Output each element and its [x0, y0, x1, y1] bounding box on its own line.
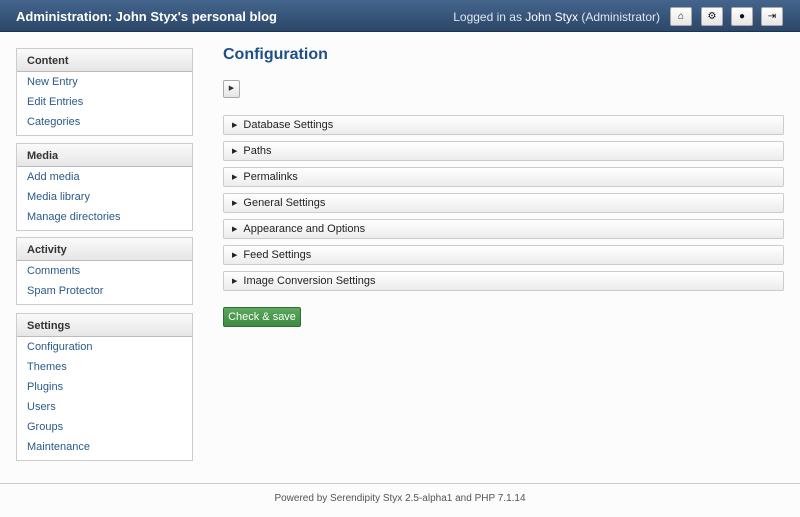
section-label: Appearance and Options [243, 223, 366, 235]
logout-button[interactable]: ⇥ [761, 7, 783, 26]
config-section[interactable]: ▶ Feed Settings [223, 245, 784, 265]
sidebar-item[interactable]: Spam Protector [17, 281, 192, 301]
sidebar-group-title: Media [17, 144, 192, 167]
globe-icon: ● [738, 11, 746, 22]
sidebar-item[interactable]: Maintenance [17, 437, 192, 457]
toggle-all-button[interactable]: ▶ [223, 80, 240, 98]
footer: Powered by Serendipity Styx 2.5-alpha1 a… [0, 483, 800, 517]
logout-icon: ⇥ [767, 11, 777, 22]
sidebar-item[interactable]: Configuration [17, 337, 192, 357]
caret-right-icon: ▶ [232, 252, 238, 259]
config-section[interactable]: ▶ General Settings [223, 193, 784, 213]
sidebar-group-settings: Settings Configuration Themes Plugins Users G… [16, 313, 193, 461]
sidebar-item[interactable]: Users [17, 397, 192, 417]
sidebar-group-title: Activity [17, 238, 192, 261]
view-blog-button[interactable]: ● [731, 7, 753, 26]
sidebar-item[interactable]: Media library [17, 187, 192, 207]
config-section[interactable]: ▶ Appearance and Options [223, 219, 784, 239]
caret-right-icon: ▶ [232, 278, 238, 285]
sidebar-group-media: Media Add media Media library Manage direct… [16, 143, 193, 231]
section-label: Feed Settings [243, 249, 312, 261]
sidebar-group-content: Content New Entry Edit Entries Categories [16, 48, 193, 136]
login-prefix: Logged in as [453, 10, 526, 24]
caret-right-icon: ▶ [228, 85, 235, 92]
sidebar-group-activity: Activity Comments Spam Protector [16, 237, 193, 305]
sidebar-item[interactable]: Plugins [17, 377, 192, 397]
config-section[interactable]: ▶ Database Settings [223, 115, 784, 135]
sidebar-group-title: Settings [17, 314, 192, 337]
caret-right-icon: ▶ [232, 226, 238, 233]
sidebar-item[interactable]: Themes [17, 357, 192, 377]
footer-text: Powered by Serendipity Styx 2.5-alpha1 a… [274, 493, 526, 504]
sidebar-group-title: Content [17, 49, 192, 72]
check-save-button[interactable]: Check & save [223, 307, 301, 327]
config-section[interactable]: ▶ Paths [223, 141, 784, 161]
login-status: Logged in as John Styx (Administrator) [453, 10, 660, 24]
caret-right-icon: ▶ [232, 122, 238, 129]
caret-right-icon: ▶ [232, 174, 238, 181]
home-icon: ⌂ [677, 11, 685, 22]
user-link[interactable]: John Styx [525, 10, 578, 24]
caret-right-icon: ▶ [232, 200, 238, 207]
sidebar-item[interactable]: Edit Entries [17, 92, 192, 112]
user-role: (Administrator) [577, 10, 660, 24]
top-header: Administration: John Styx's personal blo… [0, 0, 800, 32]
section-label: General Settings [243, 197, 326, 209]
caret-right-icon: ▶ [232, 148, 238, 155]
home-button[interactable]: ⌂ [670, 7, 692, 26]
config-section[interactable]: ▶ Image Conversion Settings [223, 271, 784, 291]
sidebar-item[interactable]: Groups [17, 417, 192, 437]
section-label: Image Conversion Settings [243, 275, 376, 287]
settings-button[interactable]: ⚙ [701, 7, 723, 26]
sidebar-item[interactable]: Manage directories [17, 207, 192, 227]
admin-title: Administration: John Styx's personal blo… [16, 9, 277, 24]
sidebar-item[interactable]: Categories [17, 112, 192, 132]
section-label: Database Settings [243, 119, 334, 131]
gears-icon: ⚙ [707, 11, 717, 22]
page-title: Configuration [223, 46, 328, 63]
section-label: Paths [243, 145, 272, 157]
sidebar-item[interactable]: Comments [17, 261, 192, 281]
sidebar-item[interactable]: Add media [17, 167, 192, 187]
sidebar-item[interactable]: New Entry [17, 72, 192, 92]
section-label: Permalinks [243, 171, 298, 183]
config-section[interactable]: ▶ Permalinks [223, 167, 784, 187]
